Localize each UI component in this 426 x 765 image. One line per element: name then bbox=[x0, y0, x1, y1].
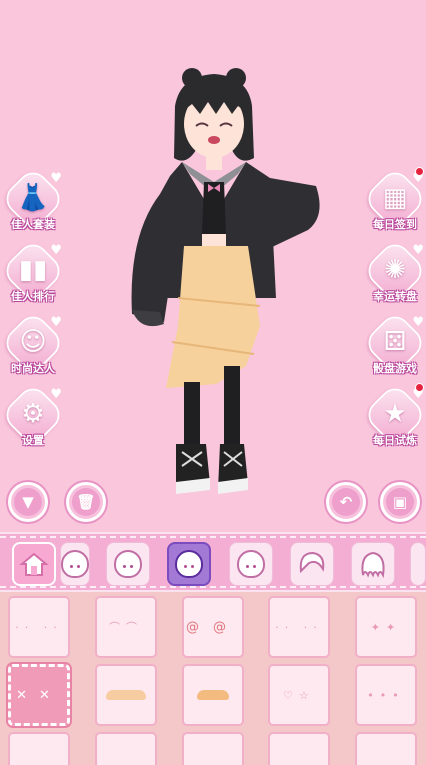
category-face-partial[interactable] bbox=[60, 542, 90, 586]
heart-icon: ♥ bbox=[412, 315, 424, 330]
dots-item: ••• bbox=[367, 688, 405, 702]
collapse-button[interactable]: ▼ bbox=[8, 482, 48, 522]
item-tile[interactable]: ✦✦ bbox=[355, 596, 417, 658]
item-tile[interactable] bbox=[182, 732, 244, 765]
divider bbox=[0, 586, 426, 588]
category-bar bbox=[0, 532, 426, 592]
item-tile[interactable]: ·· ·· bbox=[268, 596, 330, 658]
hair-icon bbox=[299, 551, 325, 574]
face-icon bbox=[114, 550, 142, 578]
item-tile[interactable]: ·· ·· bbox=[8, 596, 70, 658]
heart-icon: ♥ bbox=[50, 315, 62, 330]
face-icon bbox=[61, 550, 89, 578]
category-face-selected[interactable] bbox=[167, 542, 211, 586]
undo-icon: ↶ bbox=[332, 488, 360, 516]
menu-label: 幸运转盘 bbox=[373, 290, 417, 303]
save-icon: ▣ bbox=[386, 488, 414, 516]
category-home[interactable] bbox=[12, 542, 56, 586]
notification-dot bbox=[415, 383, 424, 392]
item-tile[interactable] bbox=[8, 732, 70, 765]
none-item: ✕✕ bbox=[16, 687, 62, 703]
menu-ranking[interactable]: ▮▮ ♥ 佳人排行 bbox=[0, 238, 66, 308]
menu-settings[interactable]: ⚙ ♥ 设置 bbox=[0, 382, 66, 452]
save-button[interactable]: ▣ bbox=[380, 482, 420, 522]
menu-daily-checkin[interactable]: ▦ ♥ 每日签到 bbox=[362, 166, 426, 236]
divider bbox=[0, 536, 426, 538]
category-hair-extra[interactable] bbox=[410, 542, 426, 586]
item-tile[interactable] bbox=[355, 732, 417, 765]
brow-item bbox=[106, 690, 146, 700]
item-tile[interactable]: ••• bbox=[355, 664, 417, 726]
notification-dot bbox=[415, 167, 424, 176]
menu-suits[interactable]: 👗 ♥ 佳人套装 bbox=[0, 166, 66, 236]
menu-label: 每日签到 bbox=[373, 218, 417, 231]
sparkle-item: ✦✦ bbox=[370, 620, 402, 634]
undo-button[interactable]: ↶ bbox=[326, 482, 366, 522]
menu-label: 佳人排行 bbox=[11, 290, 55, 303]
swirl-item: @@ bbox=[186, 619, 240, 635]
delete-button[interactable]: 🗑 bbox=[66, 482, 106, 522]
dressup-stage: 👗 ♥ 佳人套装 ▮▮ ♥ 佳人排行 ☺ ♥ 时尚达人 ⚙ ♥ 设置 ▦ ♥ 每… bbox=[0, 0, 426, 532]
heart-icon: ♥ bbox=[412, 243, 424, 258]
menu-dice-game[interactable]: ⚄ ♥ 骰盘游戏 bbox=[362, 310, 426, 380]
face-icon bbox=[237, 550, 265, 578]
item-tile-none-selected[interactable]: ✕✕ bbox=[8, 664, 70, 726]
category-hair-back[interactable] bbox=[351, 542, 395, 586]
brow-item bbox=[197, 690, 229, 700]
lashes-item: ⌒⌒ bbox=[109, 621, 143, 634]
item-tile[interactable]: ⌒⌒ bbox=[95, 596, 157, 658]
heart-icon: ♥ bbox=[50, 243, 62, 258]
menu-label: 佳人套装 bbox=[11, 218, 55, 231]
menu-label: 骰盘游戏 bbox=[373, 362, 417, 375]
home-icon bbox=[19, 552, 49, 576]
hair-icon bbox=[361, 551, 385, 579]
heart-icon: ♥ bbox=[50, 171, 62, 186]
item-grid: ·· ·· ⌒⌒ @@ ·· ·· ✦✦ ✕✕ ♡☆ ••• bbox=[0, 592, 426, 765]
trash-icon: 🗑 bbox=[72, 488, 100, 516]
character-figure[interactable] bbox=[120, 66, 330, 498]
item-tile[interactable]: ♡☆ bbox=[268, 664, 330, 726]
item-tile[interactable] bbox=[268, 732, 330, 765]
menu-label: 每日试炼 bbox=[373, 434, 417, 447]
category-face-mouth[interactable] bbox=[229, 542, 273, 586]
heart-icon: ♥ bbox=[50, 387, 62, 402]
item-tile[interactable]: @@ bbox=[182, 596, 244, 658]
heart-item: ♡☆ bbox=[283, 688, 315, 702]
face-icon bbox=[175, 550, 203, 578]
item-tile[interactable] bbox=[95, 664, 157, 726]
category-hair-front[interactable] bbox=[290, 542, 334, 586]
item-tile[interactable] bbox=[182, 664, 244, 726]
item-tile[interactable] bbox=[95, 732, 157, 765]
menu-lucky-wheel[interactable]: ✺ ♥ 幸运转盘 bbox=[362, 238, 426, 308]
menu-fashion[interactable]: ☺ ♥ 时尚达人 bbox=[0, 310, 66, 380]
menu-label: 时尚达人 bbox=[11, 362, 55, 375]
menu-label: 设置 bbox=[22, 434, 44, 447]
menu-daily-trial[interactable]: ★ ♥ 每日试炼 bbox=[362, 382, 426, 452]
category-face-eyes[interactable] bbox=[106, 542, 150, 586]
blush-item: ·· ·· bbox=[275, 620, 323, 634]
chevron-down-icon: ▼ bbox=[14, 488, 42, 516]
blush-item: ·· ·· bbox=[15, 620, 63, 634]
